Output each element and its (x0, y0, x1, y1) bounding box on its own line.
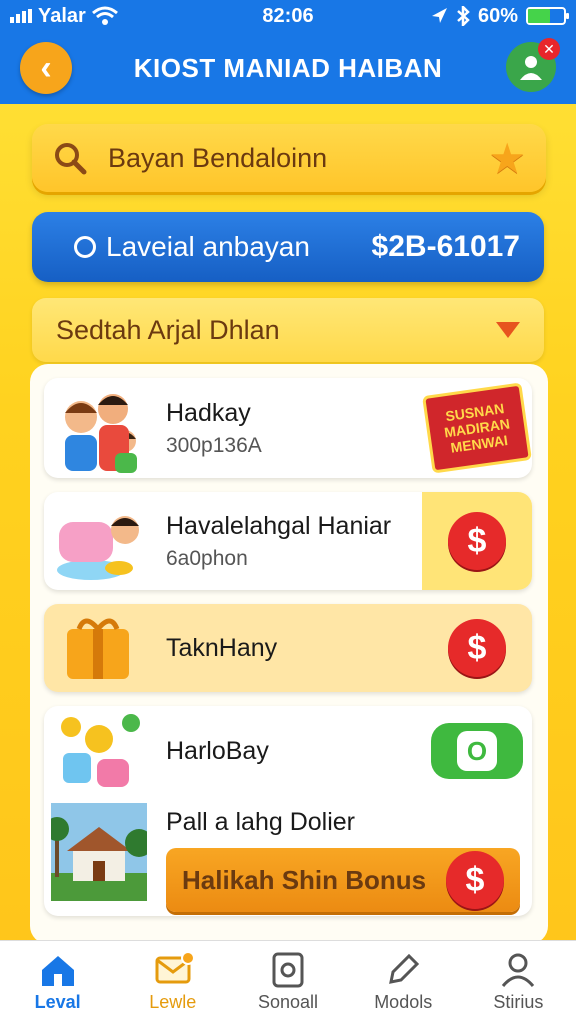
badge-art: O (422, 706, 532, 796)
notification-badge: ✕ (538, 38, 560, 60)
page-title: KIOST MANIAD HAIBAN (133, 52, 443, 83)
dollar-icon: $ (448, 619, 506, 677)
battery-icon (526, 7, 569, 25)
dropdown-label: Sedtah Arjal Dhlan (56, 314, 280, 345)
tab-label: Stirius (493, 992, 544, 1012)
item-name: Pall a lahg Dolier (166, 808, 355, 836)
item-name: Hadkay (166, 398, 251, 427)
tab-lewle[interactable]: Lewle (115, 941, 230, 1024)
dollar-icon: $ (448, 512, 506, 570)
user-icon (520, 56, 542, 80)
bluetooth-icon (457, 6, 470, 26)
radio-icon (74, 236, 96, 258)
notification-dot (181, 951, 196, 965)
tab-modols[interactable]: Modols (346, 941, 461, 1024)
search-text: Bayan Bendaloinn (108, 142, 328, 173)
bottom-tab-bar: Leval Lewle Sonoall Modols Stirius (0, 940, 576, 1024)
item-name: Havalelahgal Haniar (166, 511, 392, 540)
status-left: Yalar (10, 5, 210, 28)
wifi-icon (91, 6, 118, 25)
tab-leval[interactable]: Leval (0, 941, 115, 1024)
gift-box-illustration (44, 613, 154, 683)
list-item[interactable]: Hadkay 300p136A SUSNAN MADIRAN MENWAI (44, 378, 532, 478)
dollar-icon: $ (446, 851, 504, 909)
battery-percent: 60% (477, 4, 518, 27)
promo-sign: SUSNAN MADIRAN MENWAI (422, 378, 532, 478)
user-icon (502, 953, 535, 987)
status-bar: Yalar 82:06 60% (0, 0, 576, 32)
promo-sign-text: SUSNAN MADIRAN MENWAI (422, 382, 532, 474)
dollar-art: $ (422, 492, 532, 590)
balance-bar[interactable]: Laveial anbayan $2B-61017 (32, 212, 544, 282)
balance-label: Laveial anbayan (106, 231, 310, 262)
item-subtitle: 300p136A (166, 433, 262, 457)
item-name: TaknHany (166, 633, 278, 662)
tab-sonoall[interactable]: Sonoall (230, 941, 345, 1024)
chevron-left-icon: ‹ (40, 48, 52, 87)
coins-illustration (44, 709, 154, 793)
carrier-name: Yalar (38, 4, 86, 27)
family-illustration (44, 383, 154, 473)
list-item[interactable]: TaknHany $ (44, 604, 532, 692)
status-right: 60% (430, 4, 569, 28)
signal-icon (10, 9, 32, 23)
search-bar[interactable]: Bayan Bendaloinn ★ (32, 124, 546, 192)
search-icon (55, 143, 87, 175)
back-button[interactable]: ‹ (20, 42, 72, 94)
item-name: HarloBay (166, 736, 269, 765)
green-badge: O (431, 723, 523, 779)
battery-fill (528, 9, 550, 23)
location-icon (431, 8, 447, 23)
star-icon[interactable]: ★ (488, 134, 526, 183)
house-image (44, 802, 154, 902)
item-subtitle: 6a0phon (166, 546, 248, 570)
list-item[interactable]: Havalelahgal Haniar 6a0phon $ (44, 492, 532, 590)
app-header: ‹ KIOST MANIAD HAIBAN ✕ (0, 32, 576, 104)
edit-icon (389, 953, 420, 984)
category-dropdown[interactable]: Sedtah Arjal Dhlan (32, 298, 544, 362)
chevron-down-icon (496, 322, 520, 338)
badge-text: O (457, 731, 497, 771)
balance-amount: $2B-61017 (371, 230, 520, 263)
document-icon (272, 952, 304, 988)
tab-label: Leval (34, 992, 81, 1012)
dollar-art: $ (422, 604, 532, 692)
profile-button[interactable]: ✕ (506, 38, 560, 92)
home-icon (41, 956, 74, 986)
bonus-button[interactable]: Halikah Shin Bonus $ (166, 848, 520, 912)
tab-stirius[interactable]: Stirius (461, 941, 576, 1024)
reward-list: Hadkay 300p136A SUSNAN MADIRAN MENWAI Ha… (30, 364, 548, 944)
piggy-bank-illustration (44, 498, 154, 584)
tab-label: Sonoall (257, 992, 319, 1012)
bonus-label: Halikah Shin Bonus (182, 864, 427, 895)
tab-label: Lewle (149, 992, 197, 1012)
tab-label: Modols (374, 992, 433, 1012)
